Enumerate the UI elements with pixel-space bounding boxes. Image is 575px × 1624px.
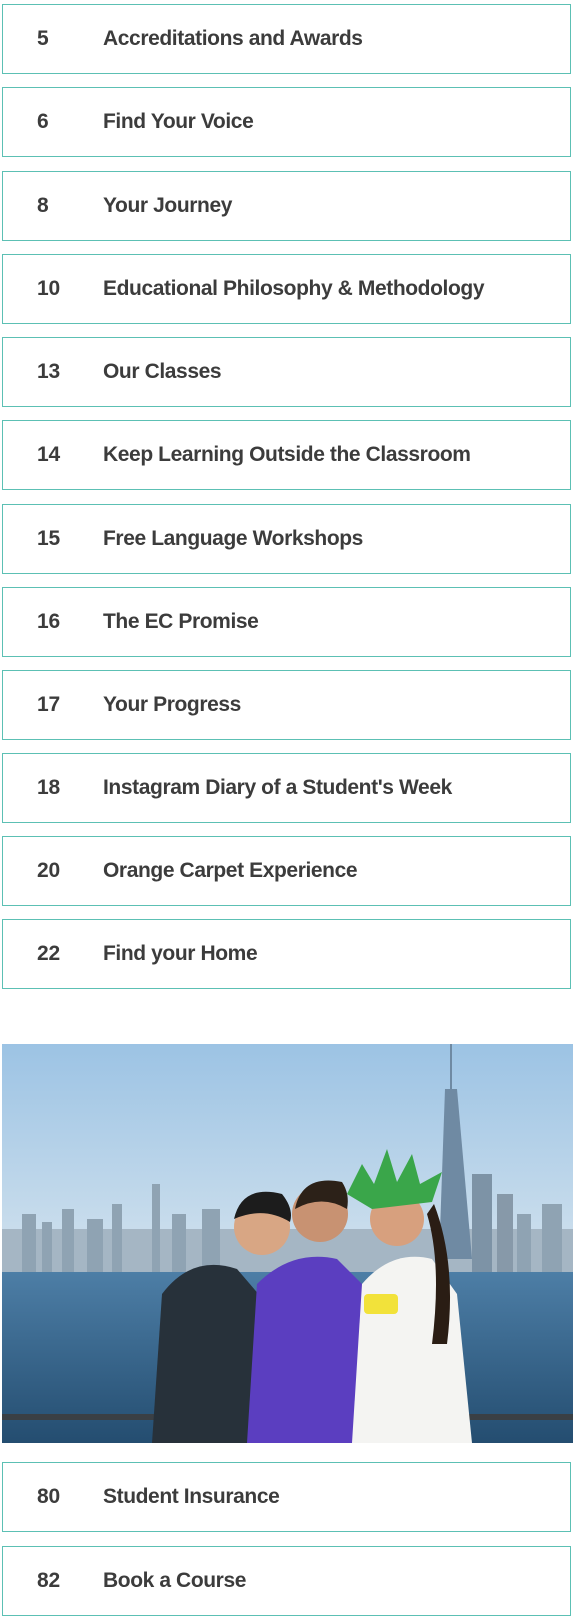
toc-title: Orange Carpet Experience [103, 859, 358, 882]
toc-item-your-progress[interactable]: 17 Your Progress [2, 670, 571, 740]
toc-page-number: 13 [37, 360, 60, 383]
toc-page-number: 16 [37, 610, 60, 633]
toc-item-ec-promise[interactable]: 16 The EC Promise [2, 587, 571, 657]
toc-page-number: 8 [37, 194, 49, 217]
toc-page-number: 10 [37, 277, 60, 300]
toc-title: Student Insurance [103, 1485, 280, 1508]
toc-page-number: 22 [37, 942, 60, 965]
toc-title: Free Language Workshops [103, 527, 363, 550]
toc-item-educational-philosophy[interactable]: 10 Educational Philosophy & Methodology [2, 254, 571, 324]
toc-item-book-a-course[interactable]: 82 Book a Course [2, 1546, 571, 1616]
toc-title: Instagram Diary of a Student's Week [103, 776, 452, 799]
toc-item-our-classes[interactable]: 13 Our Classes [2, 337, 571, 407]
toc-title: The EC Promise [103, 610, 259, 633]
toc-page-number: 20 [37, 859, 60, 882]
toc-item-keep-learning[interactable]: 14 Keep Learning Outside the Classroom [2, 420, 571, 490]
yellow-phone [364, 1294, 398, 1314]
toc-item-free-workshops[interactable]: 15 Free Language Workshops [2, 504, 571, 574]
toc-item-student-insurance[interactable]: 80 Student Insurance [2, 1462, 571, 1532]
toc-item-instagram-diary[interactable]: 18 Instagram Diary of a Student's Week [2, 753, 571, 823]
toc-item-your-journey[interactable]: 8 Your Journey [2, 171, 571, 241]
toc-item-find-your-home[interactable]: 22 Find your Home [2, 919, 571, 989]
toc-page-number: 15 [37, 527, 60, 550]
toc-item-find-your-voice[interactable]: 6 Find Your Voice [2, 87, 571, 157]
toc-page-number: 80 [37, 1485, 60, 1508]
students-selfie-photo [2, 1044, 573, 1443]
toc-page-number: 82 [37, 1569, 60, 1592]
toc-title: Keep Learning Outside the Classroom [103, 443, 471, 466]
toc-title: Find Your Voice [103, 110, 254, 133]
toc-page-number: 18 [37, 776, 60, 799]
toc-title: Educational Philosophy & Methodology [103, 277, 485, 300]
toc-item-accreditations[interactable]: 5 Accreditations and Awards [2, 4, 571, 74]
toc-page-number: 5 [37, 27, 49, 50]
toc-title: Your Progress [103, 693, 241, 716]
toc-title: Accreditations and Awards [103, 27, 363, 50]
toc-title: Find your Home [103, 942, 258, 965]
toc-title: Your Journey [103, 194, 233, 217]
toc-page-number: 14 [37, 443, 60, 466]
toc-item-orange-carpet[interactable]: 20 Orange Carpet Experience [2, 836, 571, 906]
toc-page-number: 17 [37, 693, 60, 716]
toc-page-number: 6 [37, 110, 49, 133]
selfie-illustration [2, 1044, 573, 1443]
toc-title: Book a Course [103, 1569, 246, 1592]
toc-title: Our Classes [103, 360, 222, 383]
